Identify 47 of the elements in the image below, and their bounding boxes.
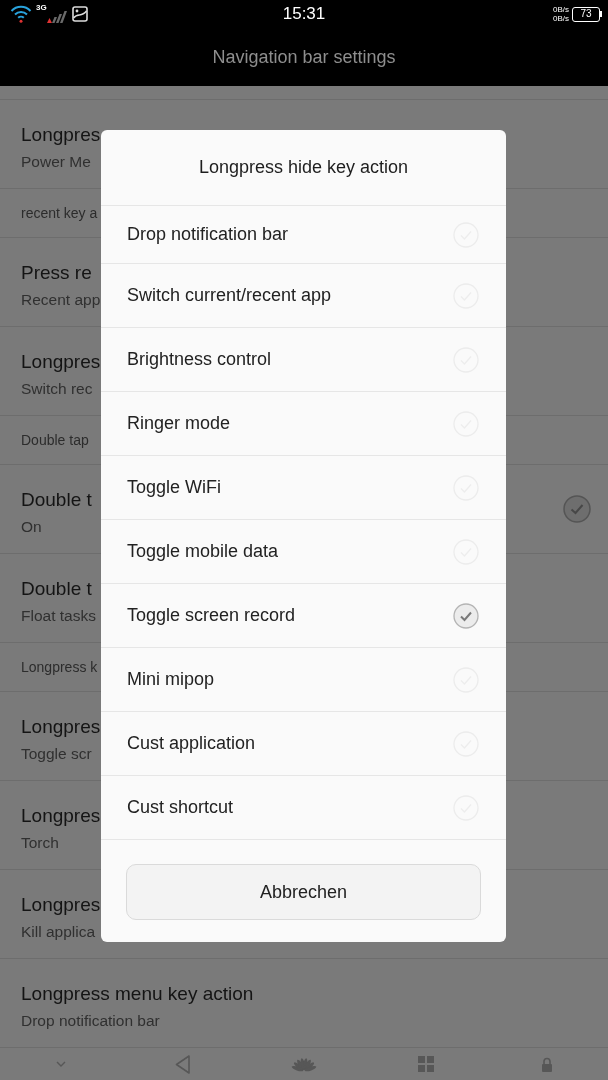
setting-title: Press re <box>21 261 92 285</box>
setting-summary: Toggle scr <box>21 744 92 764</box>
category-header: Longpress k <box>21 659 98 675</box>
setting-summary: Recent app <box>21 290 101 310</box>
setting-summary: Switch rec <box>21 379 93 399</box>
clock-text: 15:31 <box>282 4 326 24</box>
dialog-option[interactable]: Ringer mode <box>101 392 506 456</box>
dialog-option[interactable]: Switch current/recent app <box>101 264 506 328</box>
category-header: Double tap <box>21 432 89 448</box>
net-speed-text: 0B/s <box>553 14 569 23</box>
wifi-icon <box>10 3 32 23</box>
setting-title: Longpres <box>21 123 101 147</box>
dialog-option[interactable]: Cust application <box>101 712 506 776</box>
dialog-option[interactable]: Drop notification bar <box>101 206 506 264</box>
dialog-option[interactable]: Brightness control <box>101 328 506 392</box>
setting-summary: Torch <box>21 833 59 853</box>
dialog-option[interactable]: Toggle screen record <box>101 584 506 648</box>
dialog-title: Longpress hide key action <box>198 157 409 178</box>
category-header: recent key a <box>21 205 98 221</box>
setting-title: Longpress menu key action <box>21 982 254 1006</box>
net-speed-text: 0B/s <box>553 5 569 14</box>
grid-icon[interactable] <box>417 1056 434 1072</box>
setting-summary: Kill applica <box>21 922 96 942</box>
image-icon <box>71 6 88 22</box>
battery-indicator: 73 <box>572 6 602 22</box>
cancel-button[interactable]: Abbrechen <box>126 864 481 920</box>
setting-title: Longpres <box>21 804 101 828</box>
lock-icon[interactable] <box>541 1056 554 1072</box>
setting-title: Longpres <box>21 715 101 739</box>
checkbox[interactable] <box>563 495 591 523</box>
screen-title: Navigation bar settings <box>212 46 396 68</box>
dialog-option[interactable]: Cust shortcut <box>101 776 506 840</box>
network-type-text: 3G <box>36 3 47 12</box>
setting-title: Double t <box>21 488 92 512</box>
back-icon[interactable] <box>174 1054 190 1074</box>
setting-title: Longpres <box>21 893 101 917</box>
setting-summary: On <box>21 517 42 537</box>
chevron-down-icon[interactable] <box>55 1061 66 1067</box>
setting-summary: Float tasks <box>21 606 96 626</box>
dialog-option[interactable]: Toggle WiFi <box>101 456 506 520</box>
petal-logo-icon[interactable] <box>290 1056 318 1072</box>
dialog-option[interactable]: Mini mipop <box>101 648 506 712</box>
dialog-option[interactable]: Toggle mobile data <box>101 520 506 584</box>
setting-summary: Power Me <box>21 152 91 172</box>
setting-summary: Drop notification bar <box>21 1011 160 1031</box>
setting-title: Longpres <box>21 350 101 374</box>
setting-title: Double t <box>21 577 92 601</box>
